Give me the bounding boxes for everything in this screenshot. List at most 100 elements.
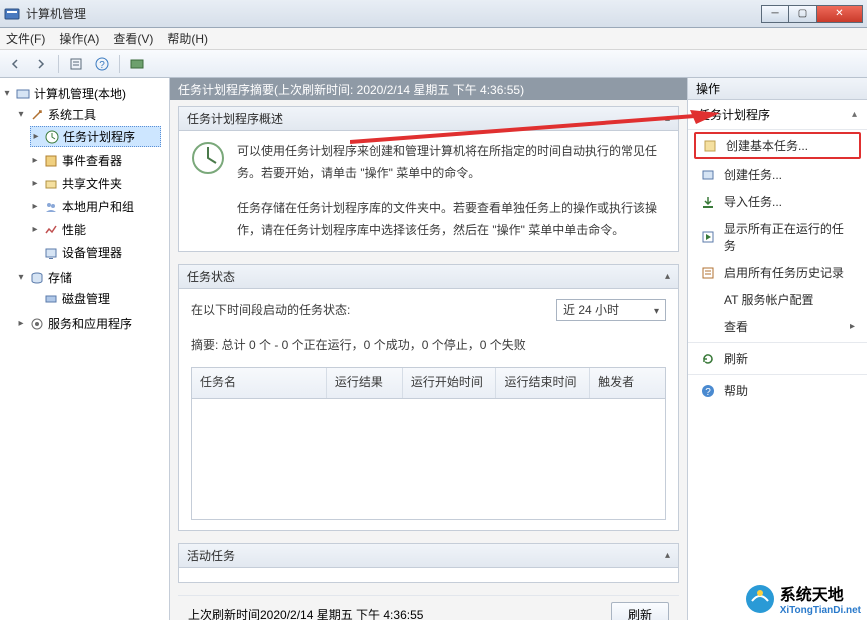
tree-local-users[interactable]: ▸本地用户和组 (30, 197, 161, 216)
tree-performance[interactable]: ▸性能 (30, 220, 161, 239)
disk-icon (43, 291, 59, 307)
action-help[interactable]: ? 帮助 (688, 377, 867, 404)
tree-storage-label: 存储 (48, 269, 72, 286)
help-toolbar-icon[interactable]: ? (91, 53, 113, 75)
tree-system-tools-label: 系统工具 (48, 106, 96, 123)
action-show-running-label: 显示所有正在运行的任务 (724, 220, 855, 254)
overview-group: 任务计划程序概述 ▴ 可以使用任务计划程序来创建和管理计算机将在所指定的时间自动执… (178, 106, 679, 252)
menu-help[interactable]: 帮助(H) (167, 30, 208, 47)
action-refresh[interactable]: 刷新 (688, 345, 867, 372)
close-button[interactable]: ✕ (817, 5, 863, 23)
menu-view[interactable]: 查看(V) (113, 30, 153, 47)
footer-row: 上次刷新时间2020/2/14 星期五 下午 4:36:55 刷新 (178, 595, 679, 620)
time-range-value: 近 24 小时 (563, 300, 619, 322)
import-icon (700, 194, 716, 210)
menu-action[interactable]: 操作(A) (59, 30, 99, 47)
properties-icon[interactable] (65, 53, 87, 75)
actions-section-label: 任务计划程序 (698, 106, 770, 123)
task-grid: 任务名 运行结果 运行开始时间 运行结束时间 触发者 (191, 367, 666, 520)
tree-task-scheduler[interactable]: ▸ 任务计划程序 (30, 126, 161, 147)
tree-storage[interactable]: ▾ 存储 (16, 268, 163, 287)
share-icon (43, 176, 59, 192)
running-icon (700, 229, 716, 245)
tree-disk-management[interactable]: 磁盘管理 (30, 289, 161, 308)
task-grid-body (192, 399, 665, 519)
tree-services-apps[interactable]: ▸服务和应用程序 (16, 314, 163, 333)
triangle-up-icon[interactable]: ▴ (852, 109, 857, 120)
tree-event-viewer[interactable]: ▸事件查看器 (30, 151, 161, 170)
services-icon (29, 316, 45, 332)
col-end[interactable]: 运行结束时间 (496, 368, 590, 398)
summary-header: 任务计划程序摘要(上次刷新时间: 2020/2/14 星期五 下午 4:36:5… (170, 78, 687, 100)
action-view[interactable]: 查看 ▸ (688, 313, 867, 340)
tree-disk-management-label: 磁盘管理 (62, 290, 110, 307)
nav-back-button[interactable] (4, 53, 26, 75)
summary-header-text: 任务计划程序摘要(上次刷新时间: 2020/2/14 星期五 下午 4:36:5… (178, 81, 524, 98)
tree-shared-folders-label: 共享文件夹 (62, 175, 122, 192)
tree-task-scheduler-label: 任务计划程序 (63, 128, 135, 145)
actions-section-title: 任务计划程序 ▴ (688, 100, 867, 130)
watermark-en: XiTongTianDi.net (780, 605, 861, 616)
status-summary: 摘要: 总计 0 个 - 0 个正在运行，0 个成功，0 个停止，0 个失败 (191, 335, 666, 357)
chevron-right-icon: ▸ (850, 321, 855, 332)
action-enable-history-label: 启用所有任务历史记录 (724, 264, 844, 281)
svg-text:?: ? (99, 60, 105, 71)
clock-icon (44, 129, 60, 145)
device-icon (43, 245, 59, 261)
refresh-button[interactable]: 刷新 (611, 602, 669, 620)
action-create-task[interactable]: 创建任务... (688, 161, 867, 188)
action-enable-history[interactable]: 启用所有任务历史记录 (688, 259, 867, 286)
overview-p2: 任务存储在任务计划程序库的文件夹中。若要查看单独任务上的操作或执行该操作，请在任… (237, 198, 666, 241)
time-range-select[interactable]: 近 24 小时 (556, 299, 666, 321)
active-title: 活动任务 (187, 547, 235, 564)
app-icon (4, 6, 20, 22)
clock-large-icon (191, 141, 225, 175)
action-show-running[interactable]: 显示所有正在运行的任务 (688, 215, 867, 259)
titlebar: 计算机管理 ─ ▢ ✕ (0, 0, 867, 28)
action-import-task[interactable]: 导入任务... (688, 188, 867, 215)
watermark: 系统天地 XiTongTianDi.net (744, 581, 861, 616)
tree-pane: ▾ 计算机管理(本地) ▾ 系统工具 (0, 78, 170, 620)
blank-icon (700, 292, 716, 308)
window-title: 计算机管理 (26, 5, 86, 22)
action-at-service[interactable]: AT 服务帐户配置 (688, 286, 867, 313)
action-create-basic-task[interactable]: 创建基本任务... (694, 132, 861, 159)
active-group: 活动任务 ▴ (178, 543, 679, 583)
status-label: 在以下时间段启动的任务状态: (191, 300, 350, 322)
chevron-up-icon[interactable]: ▴ (665, 113, 670, 124)
watermark-logo-icon (744, 583, 776, 615)
storage-icon (29, 270, 45, 286)
menu-file[interactable]: 文件(F) (6, 30, 45, 47)
col-result[interactable]: 运行结果 (327, 368, 403, 398)
actions-pane: 操作 任务计划程序 ▴ 创建基本任务... 创建任务... 导入任务... 显示… (687, 78, 867, 620)
status-title: 任务状态 (187, 268, 235, 285)
view-icon (700, 319, 716, 335)
tree-device-manager-label: 设备管理器 (62, 244, 122, 261)
wizard-icon (702, 138, 718, 154)
event-icon (43, 153, 59, 169)
minimize-button[interactable]: ─ (761, 5, 789, 23)
center-pane: 任务计划程序摘要(上次刷新时间: 2020/2/14 星期五 下午 4:36:5… (170, 78, 687, 620)
col-trigger[interactable]: 触发者 (590, 368, 665, 398)
tree-event-viewer-label: 事件查看器 (62, 152, 122, 169)
tree-services-apps-label: 服务和应用程序 (48, 315, 132, 332)
chevron-up-icon[interactable]: ▴ (665, 550, 670, 561)
tree-root-label: 计算机管理(本地) (34, 85, 126, 102)
col-name[interactable]: 任务名 (192, 368, 327, 398)
action-create-basic-label: 创建基本任务... (726, 137, 808, 154)
col-start[interactable]: 运行开始时间 (403, 368, 497, 398)
status-group: 任务状态 ▴ 在以下时间段启动的任务状态: 近 24 小时 摘要: 总计 0 个 … (178, 264, 679, 530)
refresh-toolbar-icon[interactable] (126, 53, 148, 75)
tree-shared-folders[interactable]: ▸共享文件夹 (30, 174, 161, 193)
overview-title: 任务计划程序概述 (187, 110, 283, 127)
chevron-up-icon[interactable]: ▴ (665, 271, 670, 282)
overview-p1: 可以使用任务计划程序来创建和管理计算机将在所指定的时间自动执行的常见任务。若要开… (237, 141, 666, 184)
actions-pane-header: 操作 (688, 78, 867, 100)
watermark-cn: 系统天地 (780, 581, 861, 605)
tree-root[interactable]: ▾ 计算机管理(本地) (2, 84, 165, 103)
tree-system-tools[interactable]: ▾ 系统工具 (16, 105, 163, 124)
nav-forward-button[interactable] (30, 53, 52, 75)
maximize-button[interactable]: ▢ (789, 5, 817, 23)
tree-device-manager[interactable]: 设备管理器 (30, 243, 161, 262)
tools-icon (29, 107, 45, 123)
